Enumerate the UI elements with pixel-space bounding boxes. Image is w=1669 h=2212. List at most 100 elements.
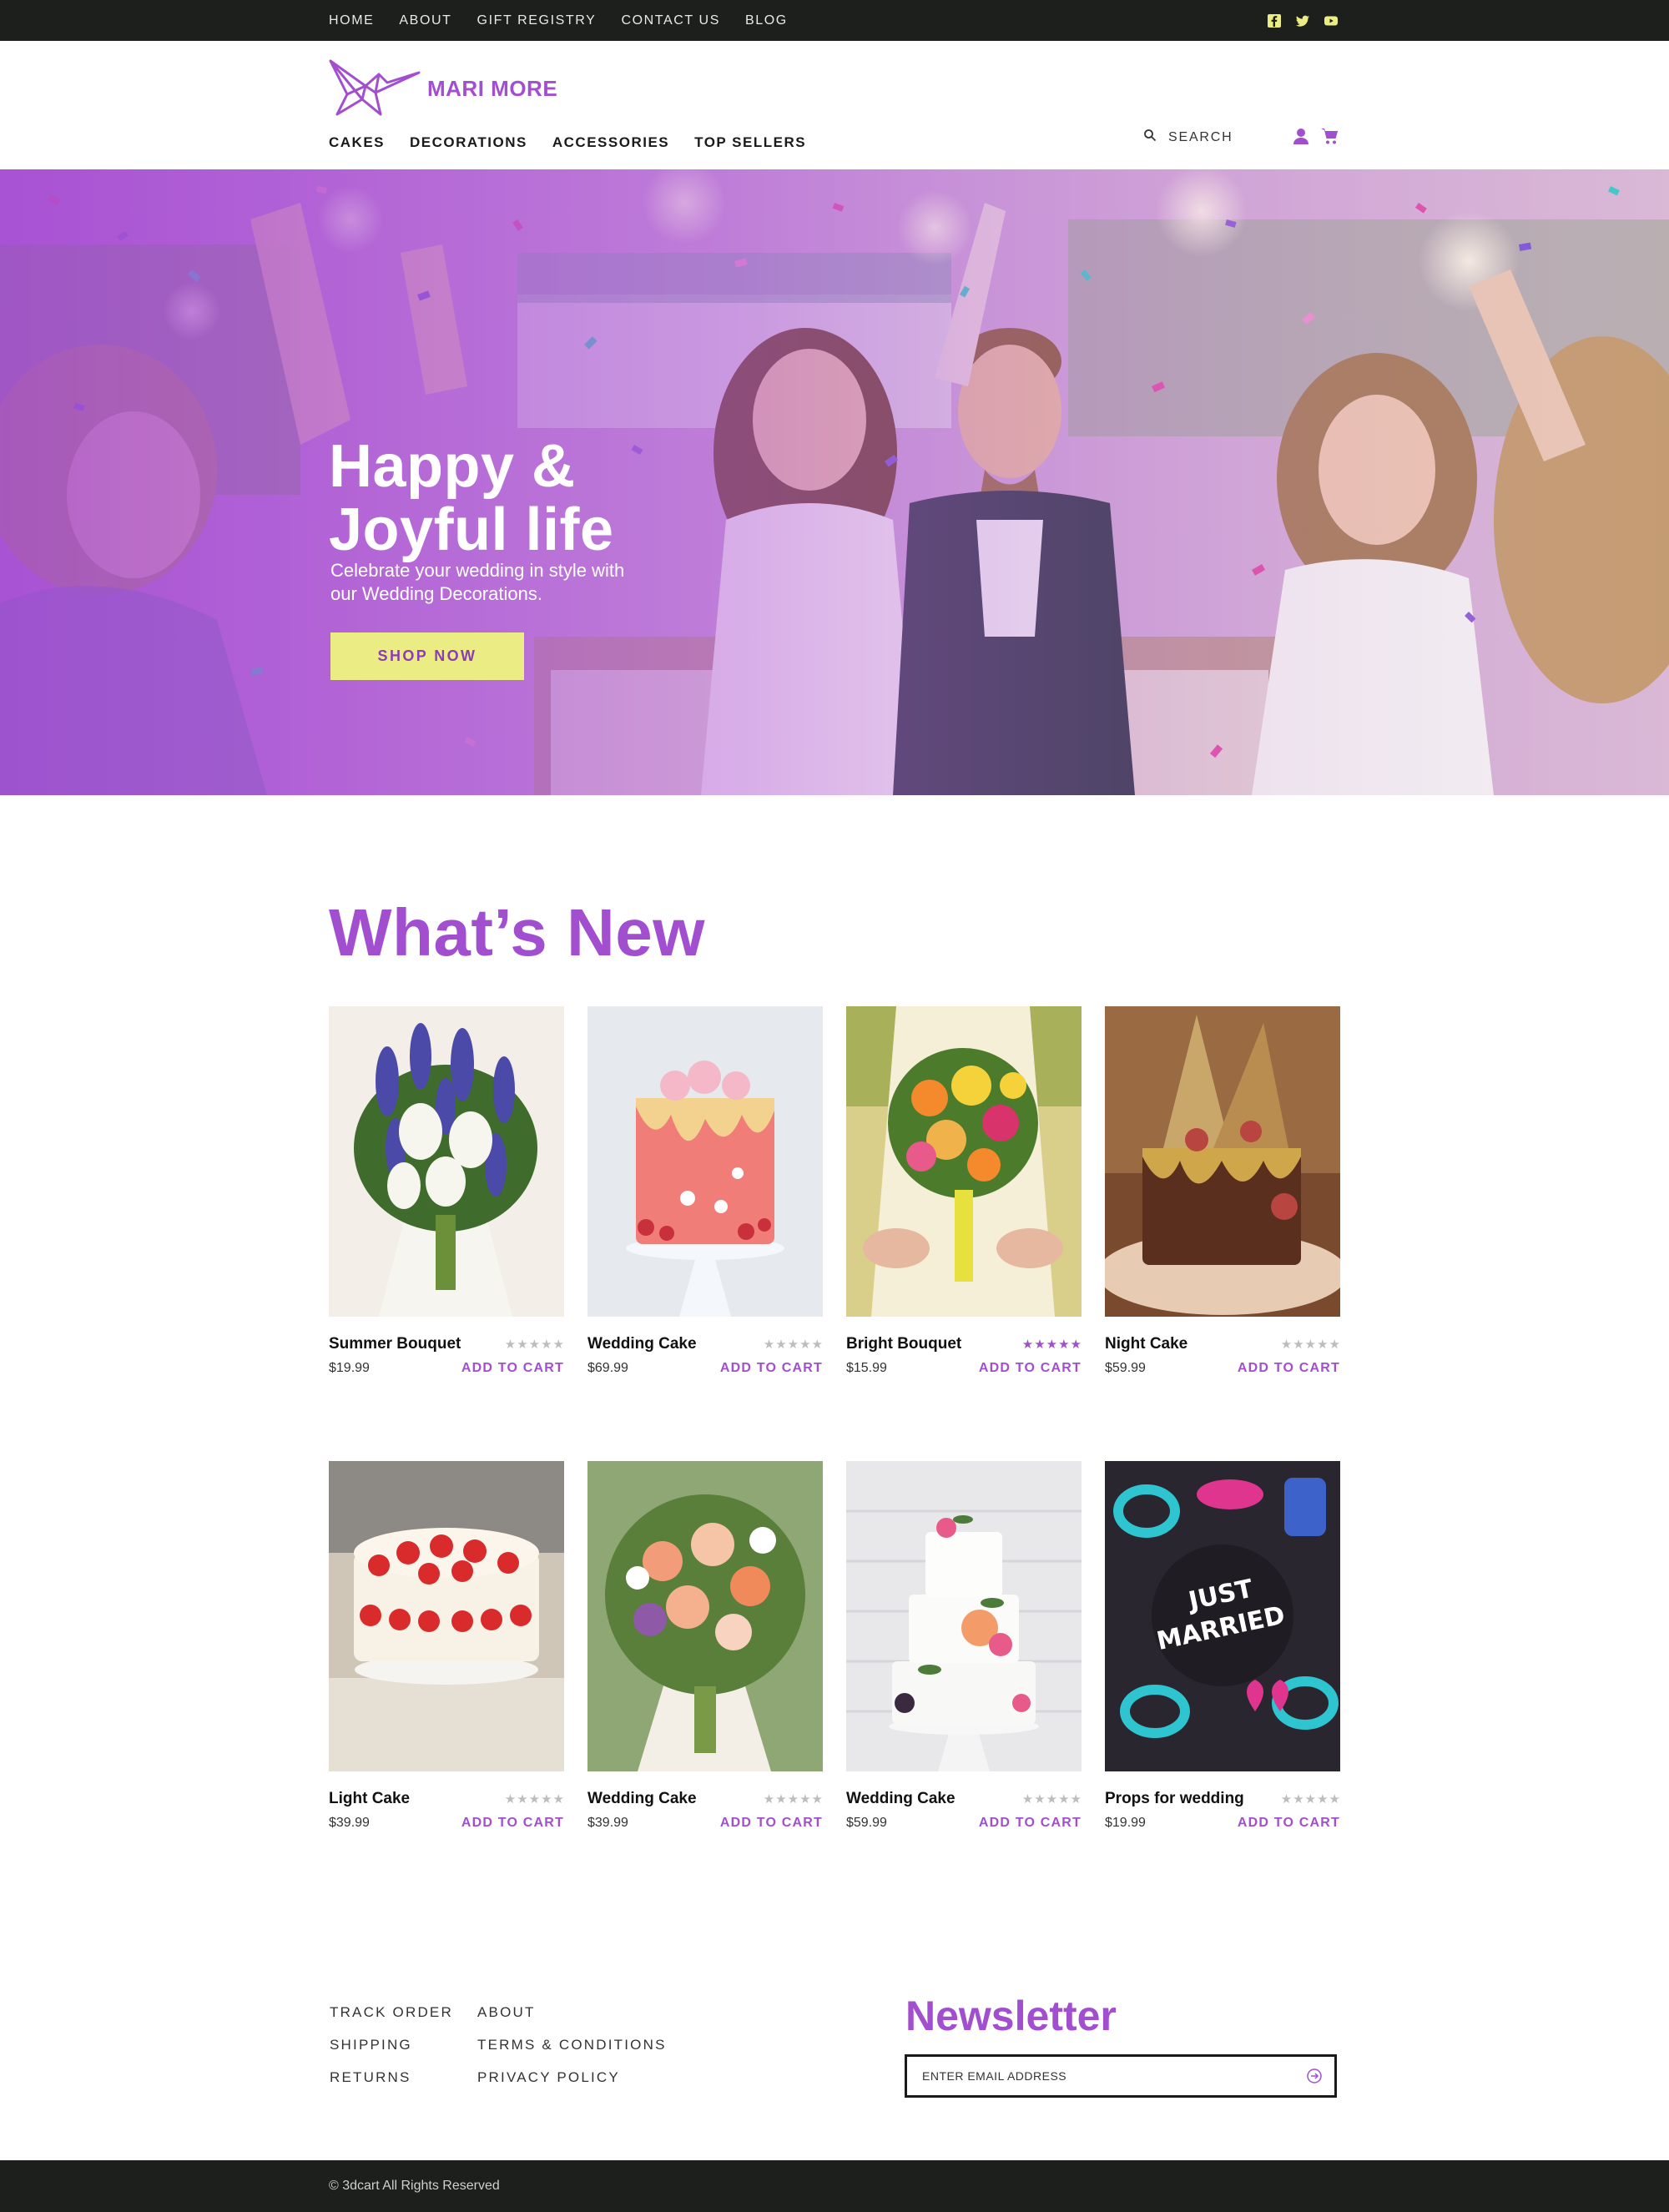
footer-link-privacy[interactable]: PRIVACY POLICY	[477, 2068, 667, 2101]
facebook-icon[interactable]	[1267, 13, 1282, 28]
product-card: Wedding Cake ★ ★ ★ ★ ★ $39.99 ADD TO CART	[587, 1461, 823, 1830]
star-icon: ★	[1058, 1337, 1070, 1352]
star-icon: ★	[541, 1337, 552, 1352]
search-box[interactable]: SEARCH	[1143, 128, 1233, 146]
footer-link-shipping[interactable]: SHIPPING	[330, 2036, 453, 2068]
star-icon: ★	[504, 1337, 517, 1352]
newsletter-title: Newsletter	[905, 1993, 1117, 2039]
product-image-wedding-cake-tiered[interactable]	[846, 1461, 1082, 1771]
footer-link-about[interactable]: ABOUT	[477, 2003, 667, 2036]
add-to-cart-button[interactable]: ADD TO CART	[979, 1361, 1082, 1376]
product-image-wedding-cake[interactable]	[587, 1006, 823, 1317]
star-icon: ★	[517, 1791, 528, 1806]
star-icon: ★	[541, 1791, 552, 1806]
star-icon: ★	[1293, 1337, 1304, 1352]
footer-link-terms[interactable]: TERMS & CONDITIONS	[477, 2036, 667, 2068]
newsletter-submit-button[interactable]	[1306, 2068, 1323, 2084]
star-icon: ★	[1021, 1337, 1034, 1352]
add-to-cart-button[interactable]: ADD TO CART	[461, 1361, 564, 1376]
product-image-light-cake[interactable]	[329, 1461, 564, 1771]
product-card: Wedding Cake ★ ★ ★ ★ ★ $69.99 ADD TO CART	[587, 1006, 823, 1375]
footer-link-returns[interactable]: RETURNS	[330, 2068, 453, 2101]
add-to-cart-button[interactable]: ADD TO CART	[461, 1816, 564, 1831]
category-decorations[interactable]: DECORATIONS	[410, 134, 527, 151]
hero-title-line-1: Happy &	[329, 433, 576, 500]
top-nav-blog[interactable]: BLOG	[745, 13, 788, 28]
product-name[interactable]: Wedding Cake	[846, 1790, 956, 1808]
copyright-text: © 3dcart All Rights Reserved	[329, 2179, 500, 2193]
star-icon: ★	[1070, 1337, 1082, 1352]
add-to-cart-button[interactable]: ADD TO CART	[1238, 1816, 1340, 1831]
whats-new-title: What’s New	[329, 895, 705, 970]
category-cakes[interactable]: CAKES	[329, 134, 385, 151]
category-nav: CAKES DECORATIONS ACCESSORIES TOP SELLER…	[329, 134, 806, 151]
cart-icon[interactable]	[1320, 127, 1339, 145]
product-price: $39.99	[329, 1816, 370, 1830]
category-top-sellers[interactable]: TOP SELLERS	[694, 134, 806, 151]
crane-logo-icon	[329, 59, 421, 116]
add-to-cart-button[interactable]: ADD TO CART	[720, 1816, 823, 1831]
product-name[interactable]: Night Cake	[1105, 1335, 1187, 1353]
product-card: Wedding Cake ★ ★ ★ ★ ★ $59.99 ADD TO CART	[846, 1461, 1082, 1830]
footer-links-col-2: ABOUT TERMS & CONDITIONS PRIVACY POLICY	[477, 2003, 667, 2101]
star-icon: ★	[775, 1337, 787, 1352]
newsletter-form	[905, 2054, 1337, 2098]
product-card: JUST MARRIED Props for wedding ★ ★ ★ ★ ★ $19…	[1105, 1461, 1340, 1830]
top-nav-gift-registry[interactable]: GIFT REGISTRY	[477, 13, 597, 28]
user-icon[interactable]	[1292, 127, 1310, 145]
star-icon: ★	[775, 1791, 787, 1806]
hero-subtitle: Celebrate your wedding in style with our…	[330, 559, 698, 606]
product-name[interactable]: Bright Bouquet	[846, 1335, 961, 1353]
product-image-bright-bouquet[interactable]	[846, 1006, 1082, 1317]
product-name[interactable]: Summer Bouquet	[329, 1335, 461, 1353]
search-icon	[1143, 128, 1157, 146]
star-icon: ★	[1317, 1337, 1329, 1352]
shop-now-button[interactable]: SHOP NOW	[330, 632, 524, 680]
youtube-icon[interactable]	[1324, 13, 1339, 28]
product-name[interactable]: Wedding Cake	[587, 1790, 697, 1808]
top-nav-contact-us[interactable]: CONTACT US	[621, 13, 720, 28]
product-image-summer-bouquet[interactable]	[329, 1006, 564, 1317]
footer-link-track-order[interactable]: TRACK ORDER	[330, 2003, 453, 2036]
product-name[interactable]: Props for wedding	[1105, 1790, 1244, 1808]
top-nav-home[interactable]: HOME	[329, 13, 374, 28]
product-card: Night Cake ★ ★ ★ ★ ★ $59.99 ADD TO CART	[1105, 1006, 1340, 1375]
brand-logo[interactable]: MARI MORE	[329, 58, 557, 119]
rating-stars: ★ ★ ★ ★ ★	[1281, 1793, 1340, 1806]
bottom-bar: © 3dcart All Rights Reserved	[0, 2160, 1669, 2212]
star-icon: ★	[1293, 1791, 1304, 1806]
add-to-cart-button[interactable]: ADD TO CART	[979, 1816, 1082, 1831]
add-to-cart-button[interactable]: ADD TO CART	[1238, 1361, 1340, 1376]
star-icon: ★	[1280, 1791, 1293, 1806]
product-image-wedding-cake-bouquet[interactable]	[587, 1461, 823, 1771]
twitter-icon[interactable]	[1295, 13, 1310, 28]
product-name[interactable]: Light Cake	[329, 1790, 410, 1808]
rating-stars: ★ ★ ★ ★ ★	[1281, 1338, 1340, 1351]
star-icon: ★	[787, 1337, 799, 1352]
star-icon: ★	[763, 1791, 775, 1806]
top-nav-about[interactable]: ABOUT	[399, 13, 451, 28]
hero-title-line-2: Joyful life	[329, 496, 614, 563]
star-icon: ★	[528, 1791, 541, 1806]
star-icon: ★	[1021, 1791, 1034, 1806]
rating-stars: ★ ★ ★ ★ ★	[505, 1338, 564, 1351]
product-image-night-cake[interactable]	[1105, 1006, 1340, 1317]
product-price: $59.99	[1105, 1361, 1146, 1375]
category-accessories[interactable]: ACCESSORIES	[552, 134, 669, 151]
social-links	[1267, 0, 1339, 41]
star-icon: ★	[1034, 1337, 1046, 1352]
rating-stars: ★ ★ ★ ★ ★	[1022, 1793, 1082, 1806]
top-nav: HOME ABOUT GIFT REGISTRY CONTACT US BLOG	[329, 0, 788, 41]
search-label: SEARCH	[1168, 129, 1233, 144]
hero-subtitle-line-1: Celebrate your wedding in style with	[330, 560, 625, 581]
star-icon: ★	[1046, 1791, 1058, 1806]
hero-banner: Happy & Joyful life Celebrate your weddi…	[0, 169, 1669, 795]
product-name[interactable]: Wedding Cake	[587, 1335, 697, 1353]
brand-name: MARI MORE	[427, 75, 558, 101]
email-field[interactable]	[920, 2068, 1271, 2084]
site-header: MARI MORE CAKES DECORATIONS ACCESSORIES …	[0, 41, 1669, 169]
product-price: $39.99	[587, 1816, 628, 1830]
add-to-cart-button[interactable]: ADD TO CART	[720, 1361, 823, 1376]
rating-stars: ★ ★ ★ ★ ★	[764, 1338, 823, 1351]
product-image-props-for-wedding[interactable]: JUST MARRIED	[1105, 1461, 1340, 1771]
